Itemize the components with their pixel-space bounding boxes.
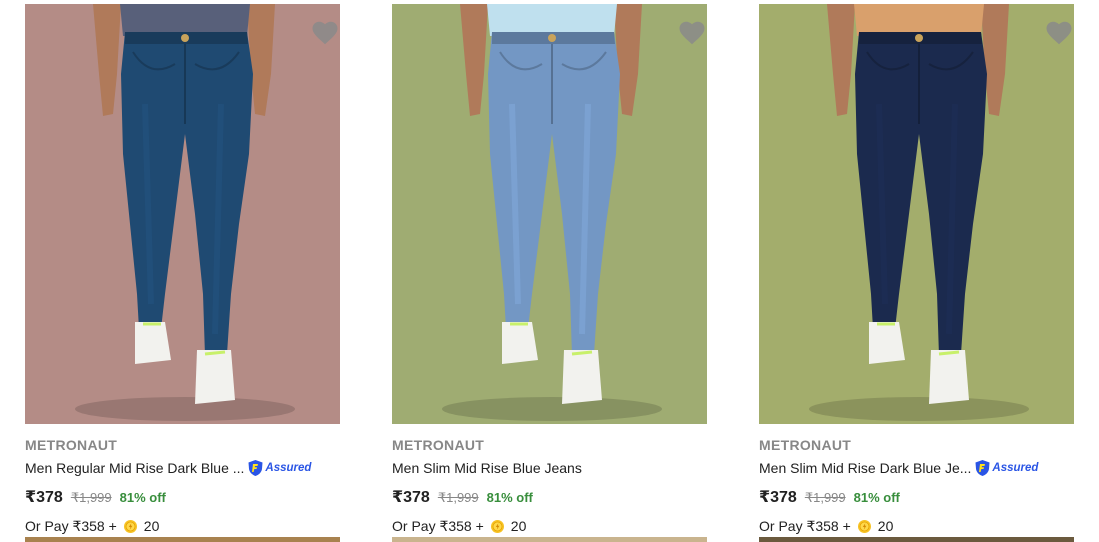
product-title[interactable]: Men Regular Mid Rise Dark Blue ... [25, 458, 244, 478]
product-brand: METRONAUT [25, 437, 118, 453]
next-row-image-peek [392, 537, 707, 542]
product-card[interactable]: METRONAUT Men Regular Mid Rise Dark Blue… [25, 4, 341, 536]
next-row-image-peek [759, 537, 1074, 542]
heart-icon[interactable] [677, 18, 707, 48]
heart-icon[interactable] [1044, 18, 1074, 48]
product-image[interactable] [25, 4, 340, 424]
product-mrp: ₹1,999 [70, 490, 112, 505]
product-discount: 81% off [853, 490, 900, 505]
next-row-image-peek [25, 537, 340, 542]
product-discount: 81% off [486, 490, 533, 505]
product-brand: METRONAUT [392, 437, 485, 453]
assured-badge: Assured [974, 459, 1038, 477]
pay-with-coins-text: Or Pay ₹358 + [392, 517, 484, 534]
product-mrp: ₹1,999 [804, 490, 846, 505]
pay-with-coins-text: Or Pay ₹358 + [25, 517, 117, 534]
supercoin-icon [857, 519, 871, 533]
product-card[interactable]: METRONAUT Men Slim Mid Rise Dark Blue Je… [759, 4, 1075, 536]
assured-badge: Assured [247, 459, 311, 477]
product-mrp: ₹1,999 [437, 490, 479, 505]
assured-label: Assured [265, 462, 312, 474]
product-price: ₹378 [392, 489, 430, 506]
product-title[interactable]: Men Slim Mid Rise Dark Blue Je... [759, 458, 971, 478]
jeans-photo [392, 4, 707, 424]
coin-count: 20 [877, 518, 894, 534]
jeans-photo [759, 4, 1074, 424]
assured-label: Assured [992, 462, 1039, 474]
product-card[interactable]: METRONAUT Men Slim Mid Rise Blue Jeans ₹… [392, 4, 708, 536]
product-title[interactable]: Men Slim Mid Rise Blue Jeans [392, 458, 582, 478]
flipkart-assured-badge-icon [975, 460, 990, 476]
product-image[interactable] [759, 4, 1074, 424]
heart-icon[interactable] [310, 18, 340, 48]
supercoin-icon [490, 519, 504, 533]
product-image[interactable] [392, 4, 707, 424]
product-price: ₹378 [25, 489, 63, 506]
supercoin-icon [123, 519, 137, 533]
product-brand: METRONAUT [759, 437, 852, 453]
pay-with-coins-text: Or Pay ₹358 + [759, 517, 851, 534]
product-discount: 81% off [119, 490, 166, 505]
product-price: ₹378 [759, 489, 797, 506]
jeans-photo [25, 4, 340, 424]
coin-count: 20 [510, 518, 527, 534]
coin-count: 20 [143, 518, 160, 534]
flipkart-assured-badge-icon [248, 460, 263, 476]
